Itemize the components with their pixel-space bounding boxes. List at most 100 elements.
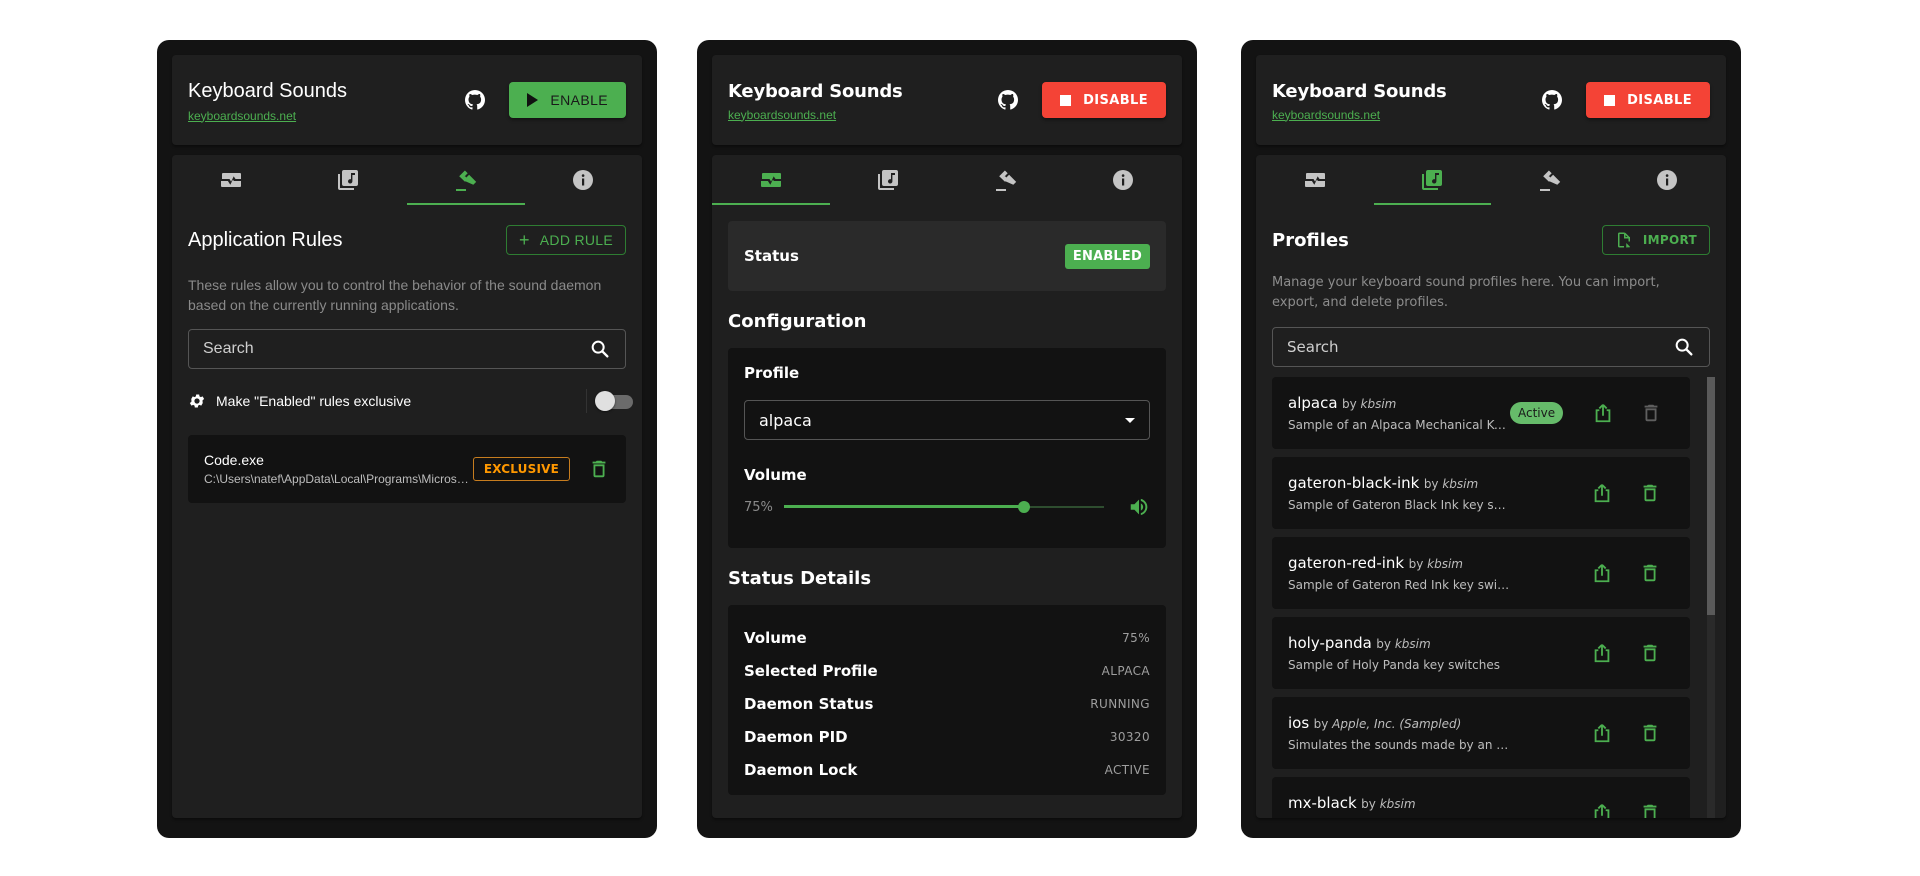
github-icon[interactable] — [463, 88, 487, 112]
profile-item[interactable]: ios by Apple, Inc. (Sampled) Simulates t… — [1272, 697, 1690, 769]
scrollbar-thumb[interactable] — [1707, 377, 1715, 615]
activity-icon — [1303, 168, 1327, 192]
profile-item[interactable]: gateron-black-ink by kbsim Sample of Gat… — [1272, 457, 1690, 529]
activity-icon — [759, 168, 783, 192]
tab-profiles[interactable] — [1373, 155, 1492, 205]
scrollbar[interactable] — [1707, 377, 1715, 818]
file-import-icon — [1615, 231, 1633, 249]
search-input[interactable] — [1287, 338, 1647, 356]
tab-about[interactable] — [1609, 155, 1727, 205]
profile-name: holy-panda — [1288, 634, 1372, 652]
export-button[interactable] — [1578, 713, 1626, 753]
search-icon[interactable] — [589, 338, 611, 360]
tab-profiles[interactable] — [830, 155, 948, 205]
volume-slider[interactable] — [784, 497, 1104, 517]
trash-icon — [1639, 562, 1661, 584]
tab-rules[interactable] — [407, 155, 525, 205]
enable-button[interactable]: ENABLE — [509, 82, 626, 118]
export-button[interactable] — [1578, 553, 1626, 593]
add-rule-label: ADD RULE — [539, 232, 613, 248]
search-input[interactable] — [203, 340, 563, 358]
tab-status[interactable] — [712, 155, 830, 205]
delete-button[interactable] — [1626, 553, 1674, 593]
delete-button[interactable] — [1627, 393, 1675, 433]
profile-description: Sample of Gateron Black Ink key switches — [1288, 498, 1510, 512]
profile-item[interactable]: gateron-red-ink by kbsim Sample of Gater… — [1272, 537, 1690, 609]
profile-description: Sample of Holy Panda key switches — [1288, 658, 1501, 672]
plus-icon: + — [518, 230, 530, 250]
app-window-status: Keyboard Sounds keyboardsounds.net DISAB… — [697, 40, 1197, 838]
delete-button[interactable] — [1626, 713, 1674, 753]
website-link[interactable]: keyboardsounds.net — [188, 109, 347, 123]
gavel-icon — [454, 168, 478, 192]
detail-row-selected-profile: Selected Profile ALPACA — [744, 654, 1150, 687]
detail-row-daemon-status: Daemon Status RUNNING — [744, 687, 1150, 720]
volume-slider-thumb[interactable] — [1018, 501, 1030, 513]
tab-rules[interactable] — [947, 155, 1065, 205]
tab-about[interactable] — [1065, 155, 1183, 205]
profile-select-value: alpaca — [759, 410, 812, 430]
gavel-icon — [994, 168, 1018, 192]
trash-icon[interactable] — [588, 458, 610, 480]
share-icon — [1591, 482, 1613, 504]
profile-item[interactable]: mx-black by kbsim Sample of Cherry MX Bl… — [1272, 777, 1690, 818]
rule-type-badge[interactable]: EXCLUSIVE — [472, 457, 570, 481]
profiles-search — [1272, 327, 1710, 367]
tab-about[interactable] — [525, 155, 643, 205]
import-button[interactable]: IMPORT — [1601, 225, 1710, 255]
volume-label: Volume — [744, 466, 807, 484]
profile-description: Simulates the sounds made by an iPhone k… — [1288, 738, 1510, 752]
website-link[interactable]: keyboardsounds.net — [728, 108, 903, 122]
status-label: Status — [744, 247, 799, 265]
app-window-profiles: Keyboard Sounds keyboardsounds.net DISAB… — [1241, 40, 1741, 838]
tab-rules[interactable] — [1491, 155, 1609, 205]
gear-icon — [188, 392, 206, 410]
delete-button[interactable] — [1626, 633, 1674, 673]
detail-value: ACTIVE — [1104, 762, 1150, 777]
disable-button[interactable]: DISABLE — [1586, 82, 1710, 118]
trash-icon — [1639, 802, 1661, 818]
delete-button[interactable] — [1626, 473, 1674, 513]
tab-bar — [712, 155, 1182, 205]
detail-label: Daemon PID — [744, 727, 848, 746]
tab-status[interactable] — [172, 155, 290, 205]
profile-author: by kbsim — [1376, 637, 1431, 651]
tab-status[interactable] — [1256, 155, 1374, 205]
volume-percent: 75% — [744, 499, 773, 515]
export-button[interactable] — [1578, 793, 1626, 818]
exclusive-setting: Make "Enabled" rules exclusive — [188, 387, 633, 415]
app-window-rules: Keyboard Sounds keyboardsounds.net ENABL… — [157, 40, 657, 838]
enable-button-label: ENABLE — [550, 92, 608, 108]
rule-item[interactable]: Code.exe C:\Users\natef\AppData\Local\Pr… — [188, 435, 626, 503]
github-icon[interactable] — [996, 88, 1020, 112]
disable-button[interactable]: DISABLE — [1042, 82, 1166, 118]
exclusive-toggle[interactable] — [586, 389, 633, 413]
profile-item[interactable]: alpaca by kbsim Sample of an Alpaca Mech… — [1272, 377, 1690, 449]
profile-select[interactable]: alpaca — [744, 400, 1150, 440]
detail-value: 75% — [1122, 630, 1150, 645]
delete-button[interactable] — [1626, 793, 1674, 818]
search-icon[interactable] — [1673, 336, 1695, 358]
tab-profiles[interactable] — [290, 155, 408, 205]
export-button[interactable] — [1578, 633, 1626, 673]
profile-name: alpaca — [1288, 394, 1338, 412]
share-icon — [1592, 402, 1614, 424]
add-rule-button[interactable]: + ADD RULE — [505, 225, 626, 255]
info-icon — [1655, 168, 1679, 192]
library-music-icon — [1420, 168, 1444, 192]
volume-up-icon[interactable] — [1128, 496, 1150, 518]
export-button[interactable] — [1578, 473, 1626, 513]
share-icon — [1591, 642, 1613, 664]
trash-icon — [1639, 642, 1661, 664]
export-button[interactable] — [1579, 393, 1627, 433]
rule-app-path: C:\Users\natef\AppData\Local\Programs\Mi… — [204, 472, 472, 486]
profile-item[interactable]: holy-panda by kbsim Sample of Holy Panda… — [1272, 617, 1690, 689]
disable-button-label: DISABLE — [1627, 92, 1692, 108]
website-link[interactable]: keyboardsounds.net — [1272, 108, 1447, 122]
share-icon — [1591, 802, 1613, 818]
stop-icon — [1060, 94, 1072, 106]
profile-name: gateron-black-ink — [1288, 474, 1420, 492]
share-icon — [1591, 722, 1613, 744]
library-music-icon — [876, 168, 900, 192]
github-icon[interactable] — [1540, 88, 1564, 112]
